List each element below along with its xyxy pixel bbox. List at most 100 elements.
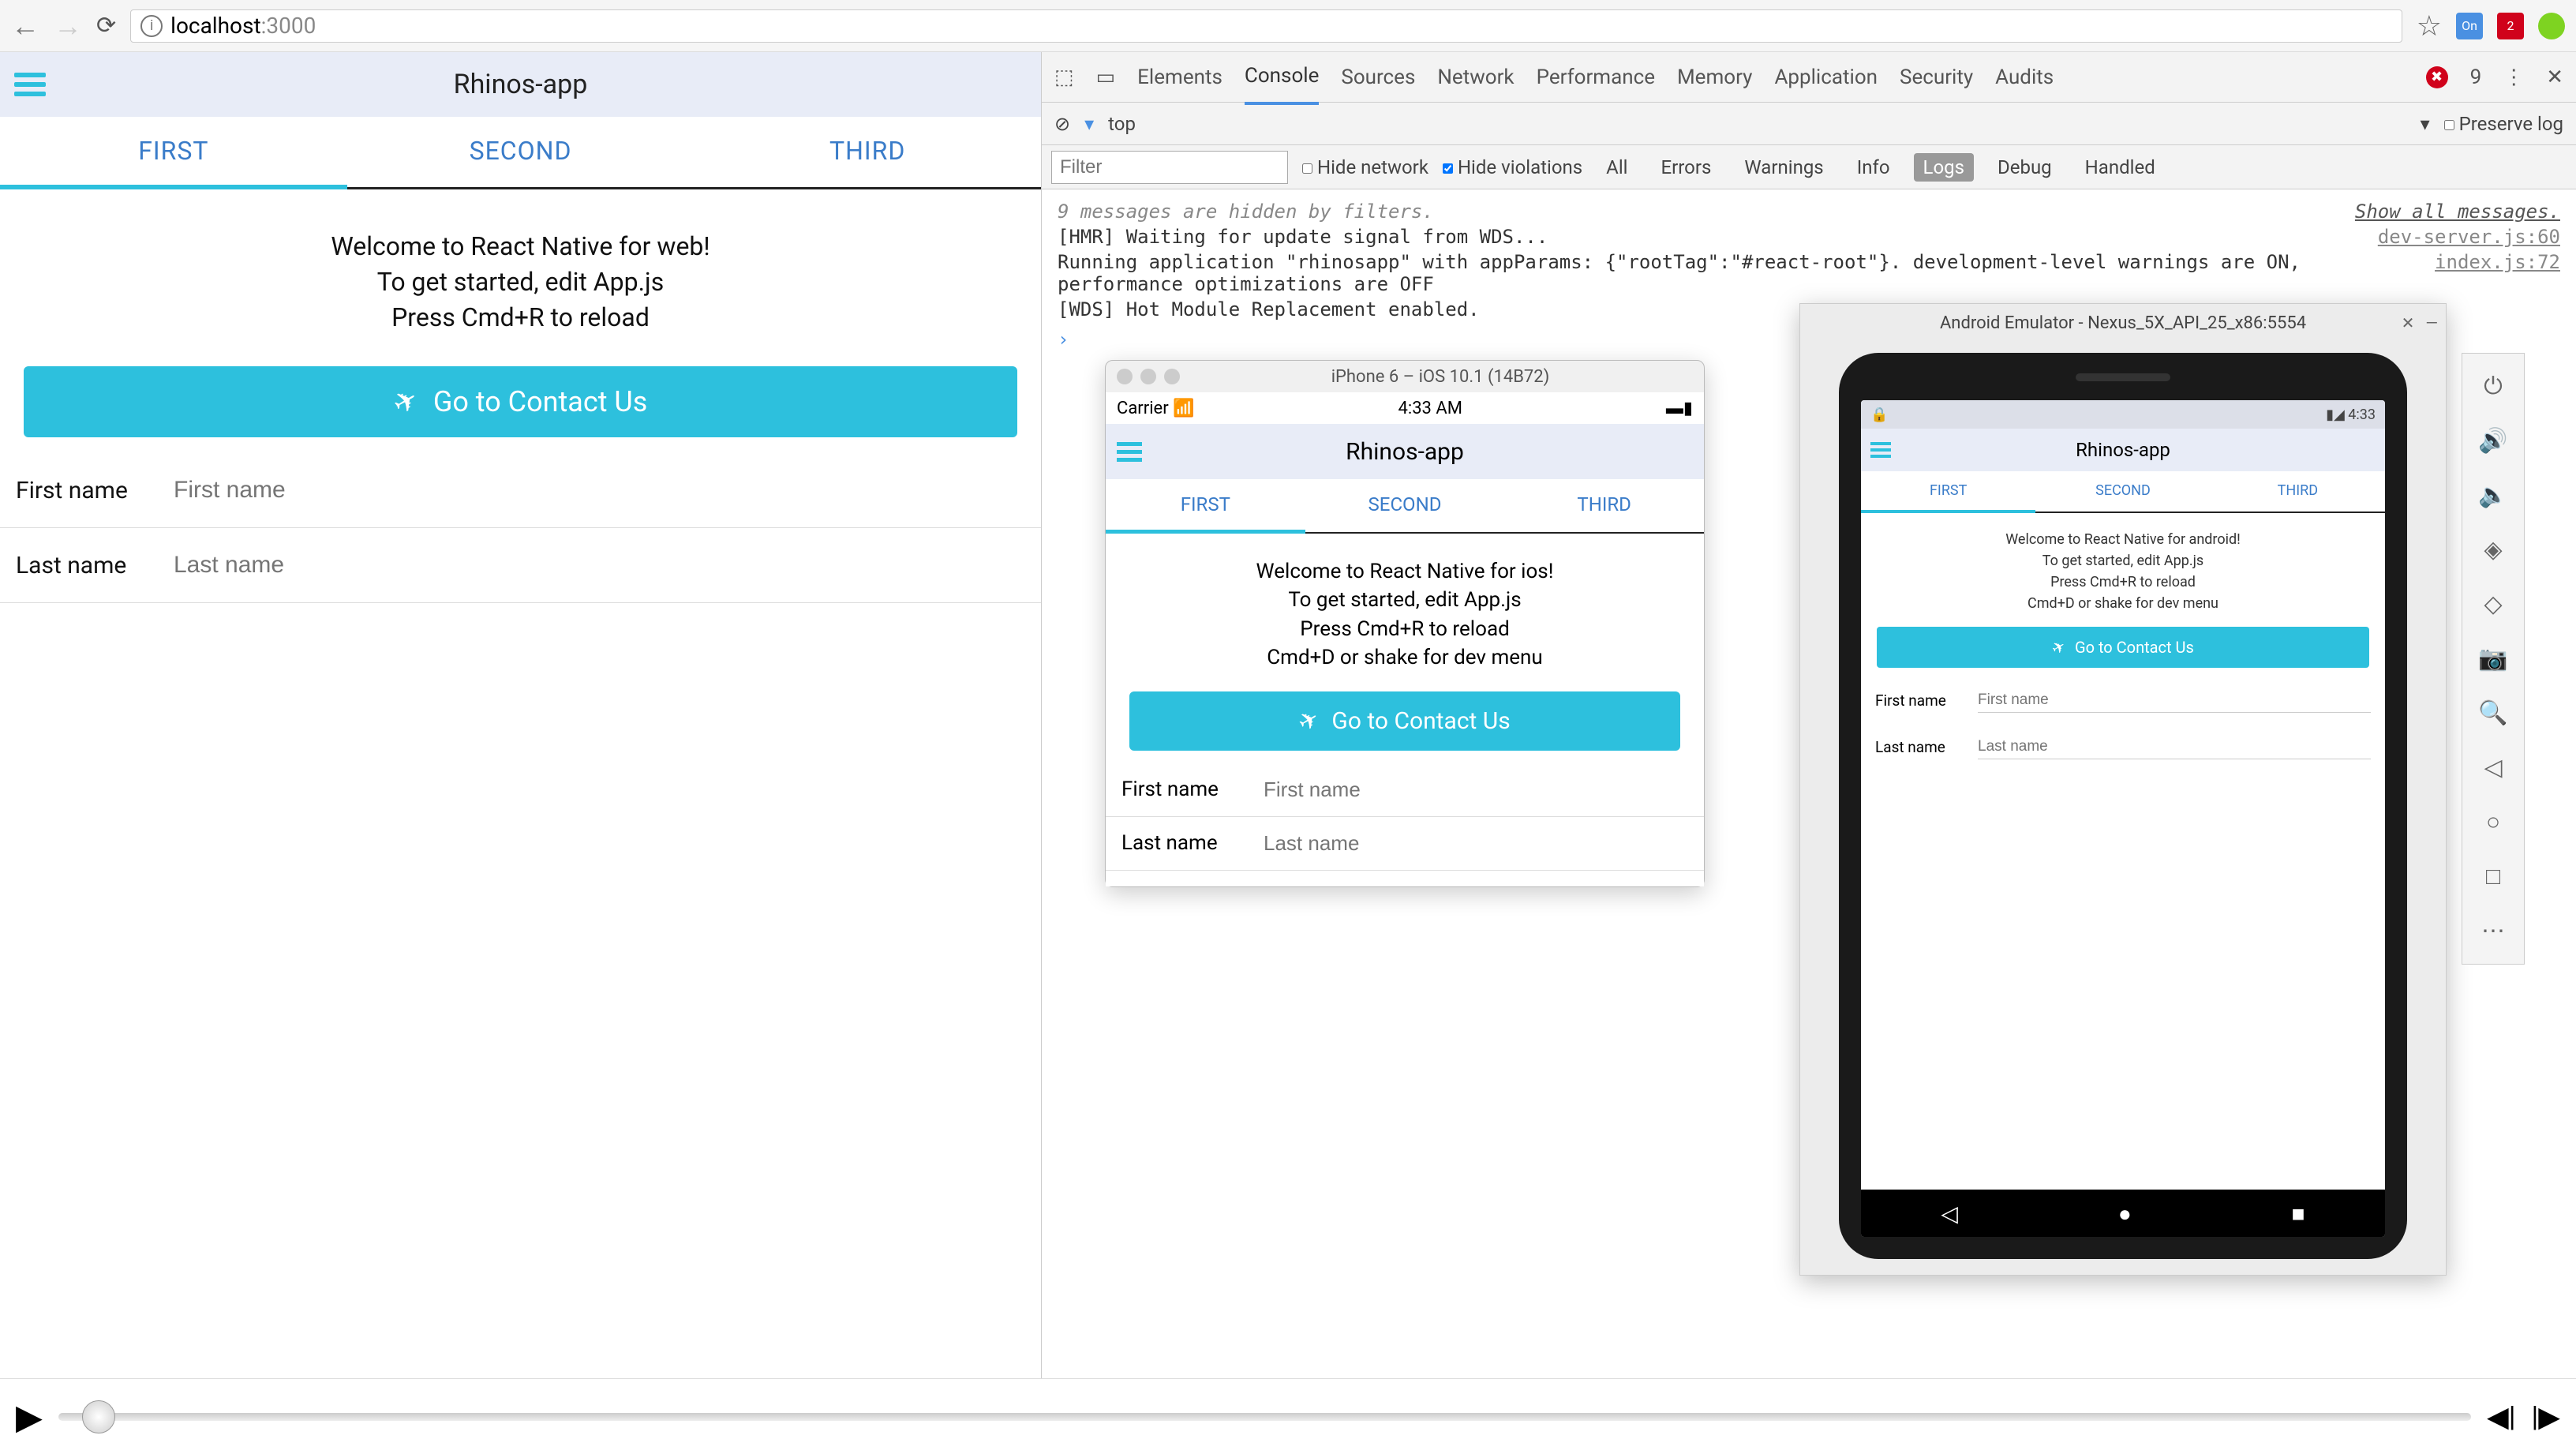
emulator-recent-icon[interactable]: □: [2486, 863, 2500, 890]
scrubber-thumb[interactable]: [82, 1400, 115, 1433]
context-select[interactable]: top: [1108, 113, 1136, 135]
log-src-2[interactable]: index.js:72: [2435, 251, 2560, 295]
traffic-light-min[interactable]: [1140, 369, 1156, 384]
and-last-name-input[interactable]: [1978, 735, 2371, 759]
android-home-icon[interactable]: ●: [2118, 1201, 2132, 1227]
extension-icon-3[interactable]: [2538, 13, 2565, 39]
play-button[interactable]: ▶: [16, 1396, 43, 1437]
contact-us-button[interactable]: Go to Contact Us: [24, 366, 1017, 437]
bookmark-star-icon[interactable]: ☆: [2417, 9, 2442, 43]
level-all[interactable]: All: [1597, 153, 1637, 182]
log-line-2: Running application "rhinosapp" with app…: [1058, 251, 2435, 295]
step-forward-button[interactable]: |▶: [2532, 1400, 2560, 1433]
clear-console-icon[interactable]: ⊘: [1054, 113, 1070, 135]
error-badge[interactable]: ✖: [2426, 66, 2448, 88]
and-tab-third[interactable]: THIRD: [2211, 471, 2385, 512]
console-filter-input[interactable]: [1051, 151, 1288, 184]
devtools-menu-icon[interactable]: ⋮: [2503, 66, 2524, 89]
and-tab-second[interactable]: SECOND: [2035, 471, 2210, 512]
tab-second[interactable]: SECOND: [347, 117, 695, 187]
android-recent-icon[interactable]: ■: [2292, 1201, 2305, 1227]
zoom-icon[interactable]: 🔍: [2478, 699, 2507, 727]
android-app-title: Rhinos-app: [1861, 439, 2385, 461]
ios-tab-third[interactable]: THIRD: [1504, 479, 1704, 532]
forward-button[interactable]: →: [54, 9, 82, 43]
battery-icon: ▬▮: [1666, 398, 1693, 418]
android-navbar: ◁ ● ■: [1861, 1190, 2385, 1237]
traffic-light-max[interactable]: [1164, 369, 1180, 384]
android-tabs: FIRST SECOND THIRD: [1861, 471, 2385, 513]
log-src-1[interactable]: dev-server.js:60: [2378, 226, 2560, 248]
level-info[interactable]: Info: [1848, 153, 1900, 182]
extension-icon-1[interactable]: On: [2456, 13, 2483, 39]
rotate-left-icon[interactable]: ◈: [2484, 536, 2502, 564]
hidden-messages: 9 messages are hidden by filters.: [1058, 200, 2355, 223]
video-controls: ▶ ◀| |▶: [0, 1378, 2576, 1454]
filter-funnel-icon[interactable]: ▾: [1084, 113, 1094, 135]
device-toggle-icon[interactable]: ▭: [1096, 66, 1116, 89]
power-icon[interactable]: ⏻: [2484, 373, 2503, 400]
app-title: Rhinos-app: [0, 69, 1041, 100]
emulator-home-icon[interactable]: ○: [2486, 808, 2500, 836]
dt-tab-elements[interactable]: Elements: [1137, 51, 1222, 103]
tab-first[interactable]: FIRST: [0, 117, 347, 189]
extension-icon-2[interactable]: 2: [2497, 13, 2524, 39]
ios-contact-us-button[interactable]: Go to Contact Us: [1129, 691, 1680, 751]
traffic-light-close[interactable]: [1117, 369, 1133, 384]
android-contact-us-button[interactable]: Go to Contact Us: [1877, 627, 2369, 668]
and-first-name-input[interactable]: [1978, 688, 2371, 713]
level-logs[interactable]: Logs: [1914, 153, 1974, 182]
error-count: 9: [2470, 66, 2482, 89]
devtools-pane: ⬚ ▭ Elements Console Sources Network Per…: [1042, 52, 2576, 1378]
ios-tab-first[interactable]: FIRST: [1106, 479, 1305, 534]
more-icon[interactable]: ⋯: [2481, 917, 2505, 945]
hide-violations-checkbox[interactable]: Hide violations: [1443, 156, 1582, 178]
info-icon[interactable]: i: [140, 15, 163, 37]
android-minimize-icon[interactable]: —: [2425, 313, 2438, 332]
emulator-back-icon[interactable]: ◁: [2484, 754, 2502, 781]
android-close-icon[interactable]: ✕: [2402, 313, 2415, 332]
level-handled[interactable]: Handled: [2076, 153, 2165, 182]
dt-tab-security[interactable]: Security: [1900, 51, 1973, 103]
url-bar[interactable]: i localhost:3000: [130, 9, 2402, 43]
dt-tab-performance[interactable]: Performance: [1537, 51, 1655, 103]
show-all-link[interactable]: Show all messages.: [2355, 200, 2560, 223]
dt-tab-sources[interactable]: Sources: [1341, 51, 1415, 103]
dt-tab-application[interactable]: Application: [1774, 51, 1878, 103]
first-name-label: First name: [16, 477, 174, 504]
volume-down-icon[interactable]: 🔈: [2478, 482, 2507, 509]
level-debug[interactable]: Debug: [1988, 153, 2061, 182]
ios-last-name-input[interactable]: [1264, 831, 1688, 856]
dt-tab-network[interactable]: Network: [1437, 51, 1514, 103]
dt-tab-console[interactable]: Console: [1245, 50, 1319, 105]
welcome-text: Welcome to React Native for web! To get …: [0, 189, 1041, 366]
level-errors[interactable]: Errors: [1652, 153, 1721, 182]
android-window-title: Android Emulator - Nexus_5X_API_25_x86:5…: [1940, 313, 2306, 333]
tab-third[interactable]: THIRD: [694, 117, 1041, 187]
rotate-right-icon[interactable]: ◇: [2484, 590, 2502, 618]
android-back-icon[interactable]: ◁: [1941, 1201, 1958, 1227]
dt-tab-memory[interactable]: Memory: [1677, 51, 1752, 103]
ios-tab-second[interactable]: SECOND: [1305, 479, 1505, 532]
scrubber[interactable]: [58, 1413, 2471, 1421]
volume-up-icon[interactable]: 🔊: [2478, 427, 2507, 455]
and-tab-first[interactable]: FIRST: [1861, 471, 2035, 513]
inspect-icon[interactable]: ⬚: [1054, 66, 1074, 89]
level-warnings[interactable]: Warnings: [1735, 153, 1833, 182]
preserve-log-checkbox[interactable]: Preserve log: [2444, 113, 2563, 135]
dt-tab-audits[interactable]: Audits: [1995, 51, 2054, 103]
last-name-input[interactable]: [174, 544, 1025, 586]
ios-first-name-input[interactable]: [1264, 778, 1688, 802]
hamburger-icon[interactable]: [14, 73, 46, 96]
ios-hamburger-icon[interactable]: [1117, 442, 1142, 462]
android-emulator-toolbar: ⏻ 🔊 🔈 ◈ ◇ 📷 🔍 ◁ ○ □ ⋯: [2462, 353, 2525, 965]
back-button[interactable]: ←: [11, 9, 39, 43]
android-hamburger-icon[interactable]: [1870, 442, 1891, 458]
first-name-input[interactable]: [174, 469, 1025, 512]
hide-network-checkbox[interactable]: Hide network: [1302, 156, 1428, 178]
reload-button[interactable]: ⟳: [96, 12, 116, 39]
devtools-close-icon[interactable]: ✕: [2546, 66, 2563, 89]
android-titlebar: Android Emulator - Nexus_5X_API_25_x86:5…: [1800, 304, 2446, 342]
step-back-button[interactable]: ◀|: [2487, 1400, 2515, 1433]
camera-icon[interactable]: 📷: [2478, 645, 2507, 673]
